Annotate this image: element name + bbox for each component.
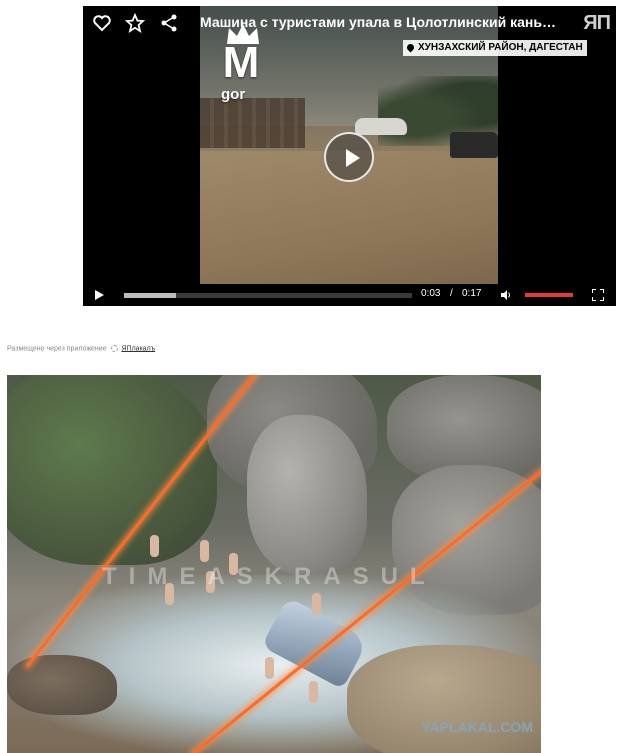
volume-slider[interactable] [525,293,573,297]
rock-bottom-left [7,655,117,715]
logo-letter: M [222,38,260,87]
play-icon[interactable] [95,290,104,300]
seek-progress [124,293,176,298]
fullscreen-icon[interactable] [592,289,604,301]
person [312,593,321,615]
mossy-cliff [7,375,217,565]
video-dark-car [450,132,498,158]
location-label: ХУНЗАХСКИЙ РАЙОН, ДАГЕСТАН [403,40,587,56]
player-topbar: Машина с туристами упала в Цолотлинский … [83,6,616,40]
person [265,657,274,679]
big-play-button[interactable] [324,132,374,182]
rock-bottom-right [347,645,541,753]
heart-icon[interactable] [92,13,112,33]
large-boulder [247,415,367,575]
site-watermark: YAPLAKAL.COM [421,719,534,735]
volume-level [525,293,573,297]
player-controls: 0:03 / 0:17 [83,284,616,306]
time-total: 0:17 [462,288,482,299]
video-white-car [355,118,407,135]
location-pin-icon [405,42,416,53]
location-text: ХУНЗАХСКИЙ РАЙОН, ДАГЕСТАН [418,42,583,53]
person [200,540,209,562]
photo-watermark: TIMEASKRASUL [102,563,437,590]
share-icon[interactable] [159,13,179,33]
person [309,681,318,703]
video-title[interactable]: Машина с туристами упала в Цолотлинский … [200,14,560,30]
volume-icon[interactable] [501,290,511,300]
logo-text: gor [221,86,246,103]
canyon-photo: TIMEASKRASUL YAPLAKAL.COM [7,375,541,753]
person [150,535,159,557]
time-separator: / [450,288,453,299]
time-current: 0:03 [421,288,441,299]
star-icon[interactable] [125,13,145,33]
channel-logo[interactable]: ЯП [583,12,611,35]
video-player[interactable]: M gor ХУНЗАХСКИЙ РАЙОН, ДАГЕСТАН Машина … [83,6,616,306]
app-icon [110,345,118,352]
app-link[interactable]: ЯПлакалъ [122,345,156,352]
seek-bar[interactable] [124,293,412,298]
posted-via-text: Размещено через приложение [7,345,107,353]
posted-via: Размещено через приложение ЯПлакалъ [7,345,155,352]
